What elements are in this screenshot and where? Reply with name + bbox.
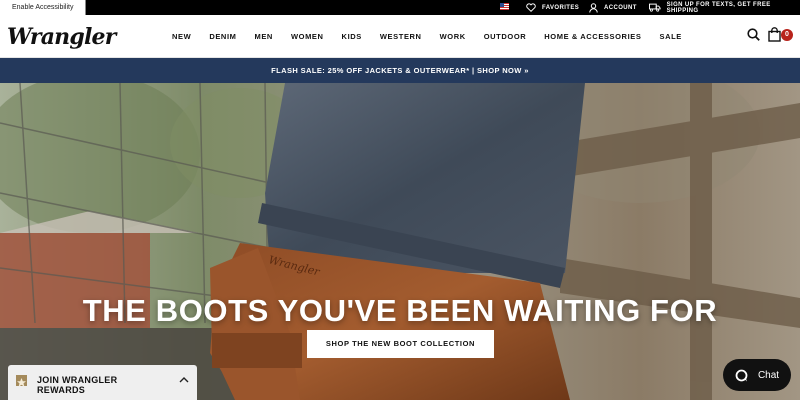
search-icon[interactable] (747, 28, 760, 41)
site-header: Wrangler NEW DENIM MEN WOMEN KIDS WESTER… (0, 15, 800, 58)
shop-boot-collection-button[interactable]: SHOP THE NEW BOOT COLLECTION (307, 330, 494, 358)
shopping-bag-icon[interactable] (768, 27, 781, 42)
chat-label: Chat (757, 369, 780, 381)
hero-headline: THE BOOTS YOU'VE BEEN WAITING FOR (82, 293, 718, 328)
main-nav: NEW DENIM MEN WOMEN KIDS WESTERN WORK OU… (172, 15, 700, 58)
account-link[interactable]: ACCOUNT (589, 0, 637, 15)
hero-banner[interactable]: Wrangler THE BOOTS YOU'VE BEEN WAITING F… (0, 83, 800, 400)
utility-bar: Enable Accessibility FAVORITES ACCOUNT S… (0, 0, 800, 15)
free-shipping-label: SIGN UP FOR TEXTS, GET FREE SHIPPING (666, 1, 771, 14)
nav-item-work[interactable]: WORK (440, 32, 466, 41)
favorites-label: FAVORITES (542, 4, 580, 11)
cart-count-badge: 0 (781, 29, 793, 41)
heart-icon (526, 3, 536, 12)
wrangler-logo[interactable]: Wrangler (7, 24, 116, 50)
enable-accessibility-link[interactable]: Enable Accessibility (0, 0, 87, 15)
user-icon (589, 2, 598, 13)
promo-banner[interactable]: FLASH SALE: 25% OFF JACKETS & OUTERWEAR*… (0, 58, 800, 83)
favorites-link[interactable]: FAVORITES (526, 0, 579, 15)
chat-button[interactable]: Chat (723, 359, 791, 391)
nav-item-women[interactable]: WOMEN (291, 32, 324, 41)
nav-item-western[interactable]: WESTERN (380, 32, 422, 41)
nav-item-sale[interactable]: SALE (659, 32, 681, 41)
free-shipping-link[interactable]: SIGN UP FOR TEXTS, GET FREE SHIPPING (649, 0, 800, 15)
chat-bubble-icon (735, 369, 748, 381)
chevron-up-icon[interactable] (179, 377, 189, 383)
rewards-star-icon (16, 375, 27, 387)
rewards-label: JOIN WRANGLER REWARDS (37, 375, 118, 395)
nav-item-outdoor[interactable]: OUTDOOR (484, 32, 527, 41)
nav-item-new[interactable]: NEW (172, 32, 191, 41)
join-rewards-drawer[interactable]: JOIN WRANGLER REWARDS (8, 365, 197, 400)
nav-item-men[interactable]: MEN (254, 32, 272, 41)
nav-item-home-accessories[interactable]: HOME & ACCESSORIES (544, 32, 641, 41)
us-flag-icon[interactable] (500, 3, 509, 10)
account-label: ACCOUNT (604, 4, 637, 11)
truck-icon (649, 3, 661, 12)
nav-item-kids[interactable]: KIDS (342, 32, 362, 41)
nav-item-denim[interactable]: DENIM (209, 32, 236, 41)
